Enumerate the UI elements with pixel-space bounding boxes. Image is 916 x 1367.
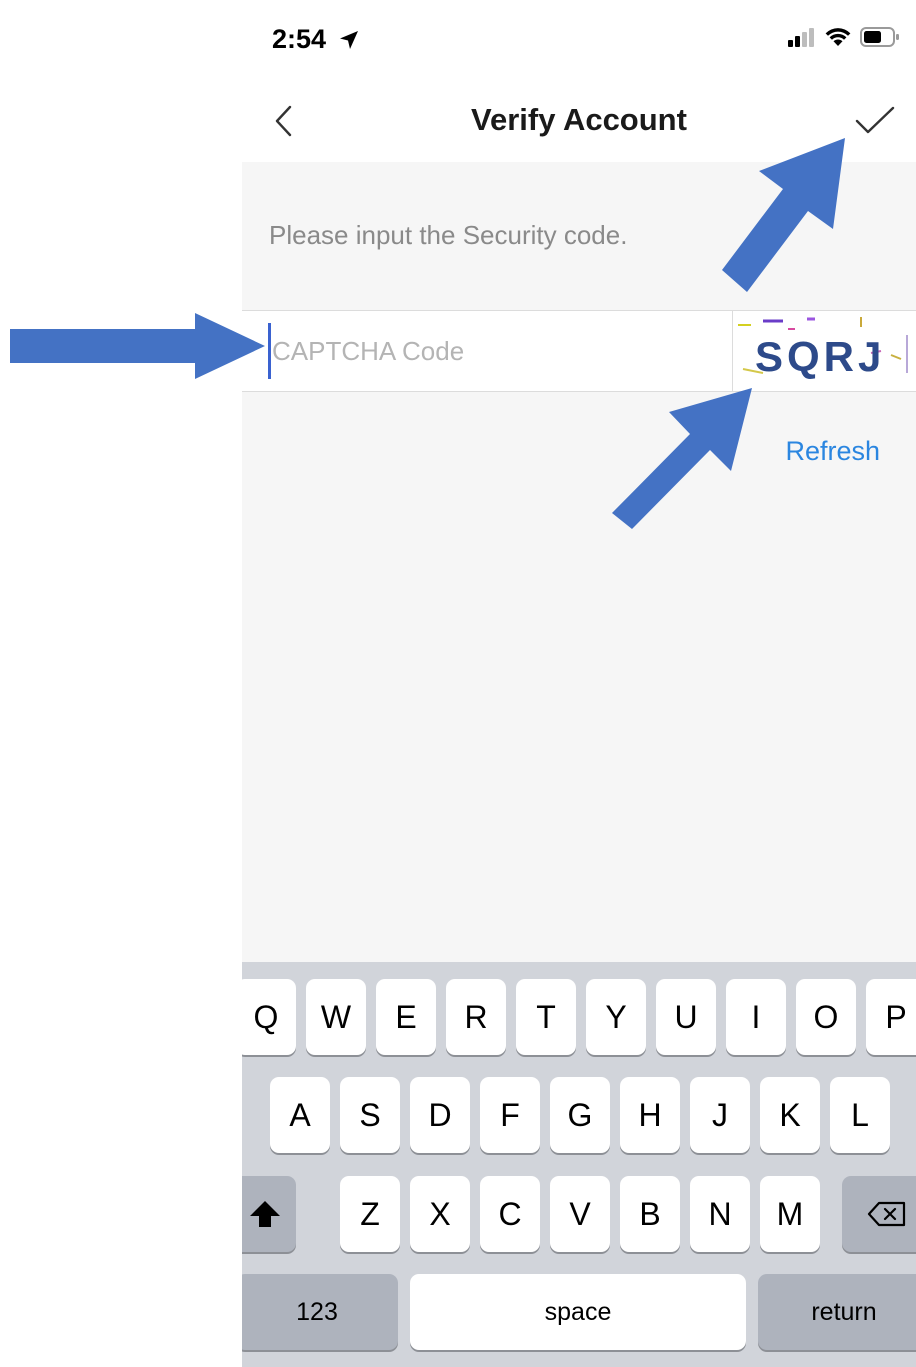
key-q[interactable]: Q <box>242 979 296 1055</box>
key-a[interactable]: A <box>270 1077 330 1153</box>
status-icons <box>788 26 900 48</box>
battery-icon <box>860 27 899 47</box>
location-icon <box>339 31 358 49</box>
key-u[interactable]: U <box>656 979 716 1055</box>
key-h[interactable]: H <box>620 1077 680 1153</box>
space-key[interactable]: space <box>410 1274 746 1350</box>
key-b[interactable]: B <box>620 1176 680 1252</box>
key-x[interactable]: X <box>410 1176 470 1252</box>
key-w[interactable]: W <box>306 979 366 1055</box>
key-j[interactable]: J <box>690 1077 750 1153</box>
key-d[interactable]: D <box>410 1077 470 1153</box>
captcha-image[interactable]: SQRJ <box>733 311 916 391</box>
key-k[interactable]: K <box>760 1077 820 1153</box>
arrow-to-captcha-input <box>10 313 265 379</box>
key-r[interactable]: R <box>446 979 506 1055</box>
wifi-icon <box>825 28 851 46</box>
key-o[interactable]: O <box>796 979 856 1055</box>
captcha-row: SQRJ <box>242 310 916 392</box>
page-title: Verify Account <box>471 102 687 137</box>
phone-screen: 2:54 Verify Account Please input the Sec… <box>242 0 916 1367</box>
key-i[interactable]: I <box>726 979 786 1055</box>
numbers-key[interactable]: 123 <box>242 1274 398 1350</box>
shift-key[interactable] <box>242 1176 296 1252</box>
key-e[interactable]: E <box>376 979 436 1055</box>
captcha-input[interactable] <box>268 311 732 391</box>
backspace-icon <box>867 1201 906 1227</box>
shift-icon <box>250 1201 280 1227</box>
instruction-text: Please input the Security code. <box>269 220 628 250</box>
captcha-graphic: SQRJ <box>738 317 908 380</box>
key-n[interactable]: N <box>690 1176 750 1252</box>
cellular-signal-icon <box>788 28 814 47</box>
key-g[interactable]: G <box>550 1077 610 1153</box>
status-time-label: 2:54 <box>272 24 327 54</box>
key-v[interactable]: V <box>550 1176 610 1252</box>
key-s[interactable]: S <box>340 1077 400 1153</box>
status-time: 2:54 <box>272 24 360 55</box>
keyboard: QWERTYUIOP ASDFGHJKL ZXCVBNM 123 space r… <box>242 962 916 1367</box>
key-m[interactable]: M <box>760 1176 820 1252</box>
checkmark-icon <box>855 106 895 134</box>
captcha-text: SQRJ <box>755 333 885 380</box>
content-area: Please input the Security code. SQRJ <box>242 162 916 962</box>
key-f[interactable]: F <box>480 1077 540 1153</box>
key-p[interactable]: P <box>866 979 916 1055</box>
key-l[interactable]: L <box>830 1077 890 1153</box>
text-cursor <box>268 323 271 379</box>
status-bar: 2:54 <box>242 0 916 82</box>
refresh-link[interactable]: Refresh <box>785 436 880 467</box>
key-z[interactable]: Z <box>340 1176 400 1252</box>
key-t[interactable]: T <box>516 979 576 1055</box>
key-c[interactable]: C <box>480 1176 540 1252</box>
confirm-button[interactable] <box>850 96 900 146</box>
return-key[interactable]: return <box>758 1274 916 1350</box>
navigation-bar: Verify Account <box>242 82 916 162</box>
backspace-key[interactable] <box>842 1176 916 1252</box>
key-y[interactable]: Y <box>586 979 646 1055</box>
